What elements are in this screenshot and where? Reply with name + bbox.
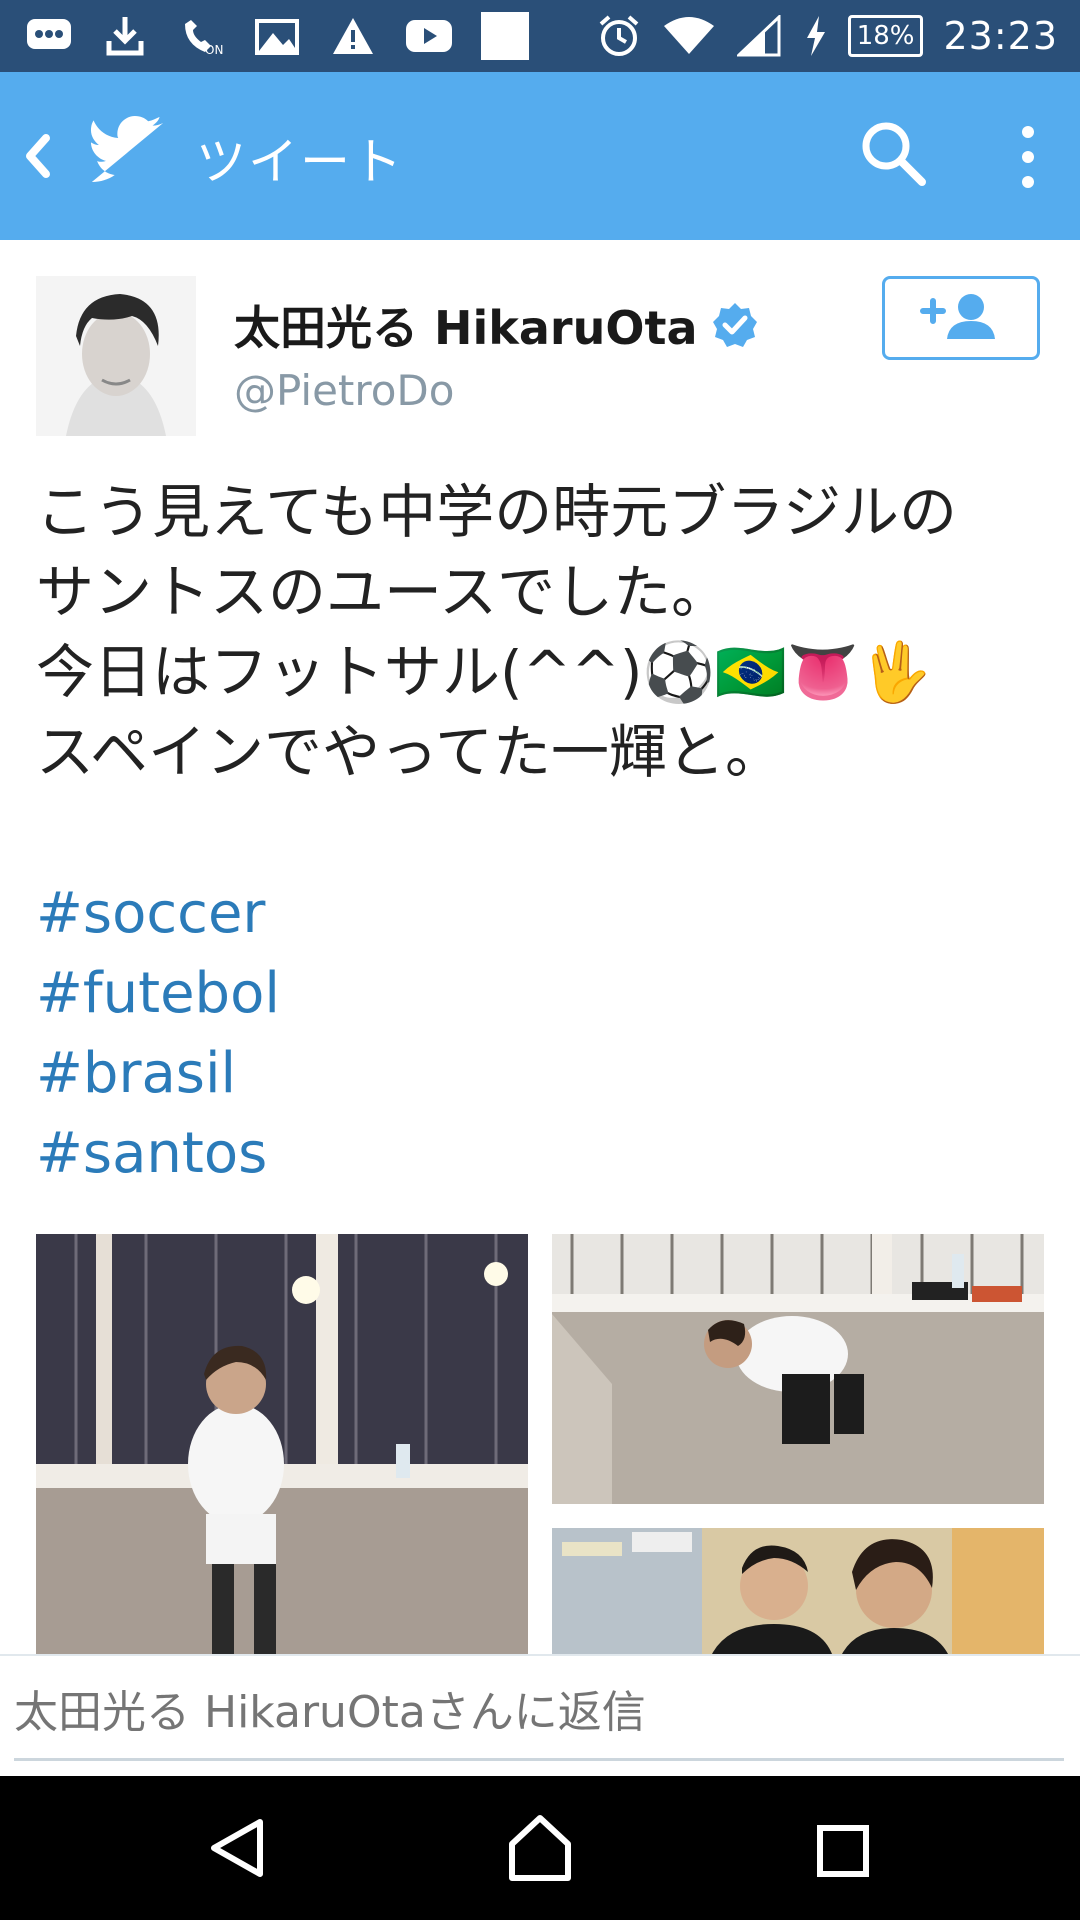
svg-text:ON: ON [205,43,223,57]
hashtag-link[interactable]: #futebol [36,954,280,1034]
system-nav-bar [0,1776,1080,1920]
reply-underline [14,1758,1064,1761]
tweet-detail: 太田光る HikaruOta @PietroDo こう見えても中学の時元ブラジル… [0,240,1080,1654]
tweet-text-line: こう見えても中学の時元ブラジルの [36,478,958,546]
battery-level: 18% [847,15,924,57]
page-title: ツイート [196,133,404,191]
more-vert-icon[interactable] [1008,122,1048,192]
wifi-icon [663,13,714,59]
image-icon [252,13,302,59]
recents-icon[interactable] [800,1808,880,1888]
hashtag-link[interactable]: #brasil [36,1034,280,1114]
author-name-row: 太田光る HikaruOta [234,292,759,358]
message-icon [24,13,74,59]
youtube-icon [404,13,454,59]
back-triangle-icon[interactable] [200,1808,280,1888]
home-icon[interactable] [500,1808,580,1888]
avatar[interactable] [36,276,196,436]
warning-icon [328,13,378,59]
signal-icon [734,13,784,59]
add-user-icon [919,291,1003,345]
search-icon[interactable] [856,116,932,192]
hashtag-list: #soccer #futebol #brasil #santos [36,874,280,1194]
tweet-text-line: 今日はフットサル(^^)⚽🇧🇷👅🖖 [36,638,932,706]
clock: 23:23 [943,14,1058,58]
tweet-photo-2[interactable] [552,1234,1044,1504]
system-icons: 18% 23:23 [594,12,1058,60]
notification-icons: ON [24,12,530,60]
volte-icon: ON [176,13,226,59]
reply-bar [0,1654,1080,1778]
app-bar: ツイート [0,72,1080,240]
alarm-icon [594,13,644,59]
display-name[interactable]: 太田光る HikaruOta [234,292,697,358]
tweet-photo-3[interactable] [552,1528,1044,1654]
status-bar: ON 18% 23:23 [0,0,1080,72]
back-arrow-icon[interactable] [18,128,58,184]
tweet-text: こう見えても中学の時元ブラジルの サントスのユースでした。 今日はフットサル(^… [36,472,1046,792]
charging-icon [804,13,828,59]
download-icon [100,13,150,59]
tweet-text-line: サントスのユースでした。 [36,558,730,626]
tweet-text-line: スペインでやってた一輝と。 [36,718,784,786]
follow-button[interactable] [882,276,1040,360]
hashtag-link[interactable]: #santos [36,1114,280,1194]
verified-badge-icon [711,301,759,349]
twitter-bird-icon [90,116,166,184]
tweet-photo-1[interactable] [36,1234,528,1654]
white-square-icon [480,12,530,60]
user-handle[interactable]: @PietroDo [234,366,454,415]
hashtag-link[interactable]: #soccer [36,874,280,954]
reply-input[interactable] [14,1682,1064,1742]
media-grid [36,1234,1044,1654]
